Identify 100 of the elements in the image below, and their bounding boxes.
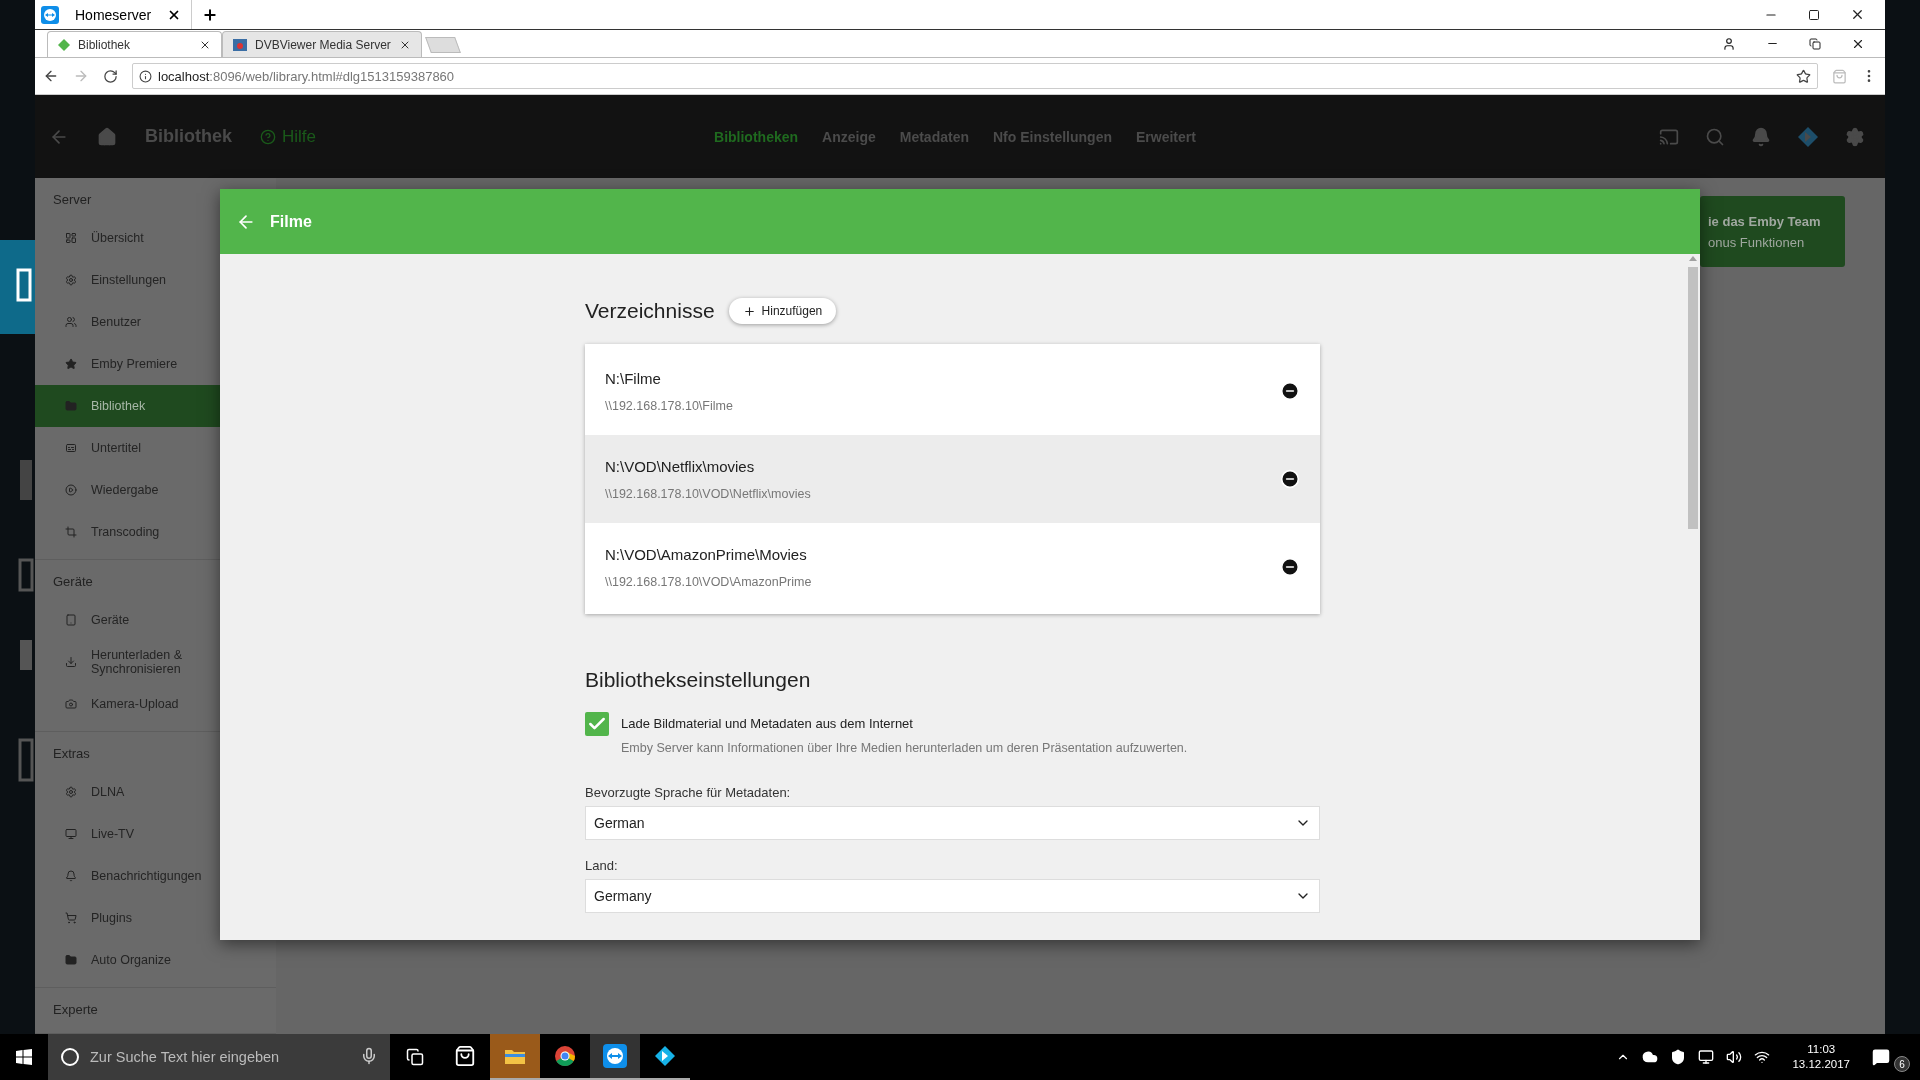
folder-row[interactable]: N:\VOD\AmazonPrime\Movies \\192.168.178.10\VOD\AmazonPrime [585,523,1320,611]
sidebar-item[interactable]: Untertitel [35,427,276,469]
banner-text: ie das Emby Team [1708,213,1822,229]
section-title: Geräte [52,573,94,591]
gear-icon [65,274,77,286]
shopping-bag-icon [454,1045,476,1067]
browser-tab[interactable]: DVBViewer Media Server [222,31,422,57]
cloud-icon[interactable] [1642,1049,1659,1065]
sidebar-item[interactable]: Live-TV [35,813,276,855]
section-title: Server [52,191,93,209]
sidebar-item[interactable]: Geräte [35,599,276,641]
checkbox[interactable] [585,712,609,736]
network-path: \\192.168.178.10\VOD\Netflix\movies [605,486,812,501]
scrollbar[interactable] [1686,254,1700,940]
notification-count: 6 [1894,1056,1910,1072]
remove-button[interactable] [1280,557,1300,577]
camera-icon [65,698,77,710]
sidebar-item[interactable]: Emby Premiere [35,343,276,385]
account-icon[interactable] [1722,36,1736,51]
star-icon[interactable] [1796,68,1811,84]
select-field[interactable]: German [585,806,1320,840]
dashboard-icon [65,232,77,244]
page-title: Bibliothek [145,126,232,147]
premiere-banner[interactable]: ie das Emby Team onus Funktionen [1700,196,1845,267]
field-label: Land: [585,858,619,873]
gear-icon [65,786,77,798]
back-icon[interactable] [43,68,59,84]
sidebar-item[interactable]: Transcoding [35,511,276,553]
circle-icon [60,1047,80,1067]
diamond-play-icon [58,38,70,51]
option-description: Emby Server kann Informationen über Ihre Medien herunterladen um deren Präsentation aufzuwerten. [621,741,1188,755]
minus-icon [1280,557,1300,577]
folder-icon [504,1047,526,1065]
sidebar-item[interactable]: Plugins [35,897,276,939]
help-icon [260,128,276,145]
folder-icon [65,954,77,966]
folder-path: N:\VOD\Netflix\movies [605,457,756,475]
add-button[interactable]: Hinzufügen [728,298,837,324]
sidebar-item[interactable]: DLNA [35,771,276,813]
network-path: \\192.168.178.10\Filme [605,398,734,413]
field-label: Bevorzugte Sprache für Metadaten: [585,785,792,800]
nav-tab[interactable]: Metadaten [899,128,969,145]
shield-icon[interactable] [1670,1049,1687,1065]
sidebar-item[interactable]: Auto Organize [35,939,276,981]
reload-icon[interactable] [103,68,118,84]
network-icon[interactable] [1698,1049,1715,1065]
chrome-icon [554,1045,576,1067]
network-path: \\192.168.178.10\VOD\AmazonPrime [605,574,813,589]
tablet-icon [65,614,77,626]
crop-icon [65,526,77,538]
nav-tab[interactable]: Nfo Einstellungen [992,128,1112,145]
checkbox-label: Lade Bildmaterial und Metadaten aus dem Internet [621,716,914,731]
banner-text: onus Funktionen [1708,234,1806,250]
folder-row[interactable]: N:\Filme \\192.168.178.10\Filme [585,347,1320,435]
folder-path: N:\VOD\AmazonPrime\Movies [605,545,808,563]
sidebar-item[interactable]: Wiedergabe [35,469,276,511]
nav-tab[interactable]: Anzeige [822,128,876,145]
search-field[interactable]: Zur Suche Text hier eingeben [48,1034,390,1080]
address-field[interactable]: localhost:8096/web/library.html#dlg1513159387860 [132,63,1818,89]
bell-icon [65,870,77,882]
browser-tab[interactable]: Bibliothek [47,31,222,57]
close-icon[interactable] [1850,7,1865,22]
info-icon[interactable] [139,69,152,83]
folder-path: N:\Filme [605,369,662,387]
microphone-icon[interactable] [360,1047,378,1065]
sidebar-item[interactable]: Benachrichtigungen [35,855,276,897]
windows-logo-icon [16,1049,32,1065]
remove-button[interactable] [1280,381,1300,401]
sidebar-item[interactable]: Herunterladen & Synchronisieren [35,641,276,683]
help-link[interactable]: Hilfe [260,126,317,147]
minus-icon [1280,469,1300,489]
taskbar-app[interactable] [590,1034,640,1080]
notification-icon[interactable] [1872,1048,1890,1066]
diamond-logo-icon [654,1045,676,1067]
tv-icon [233,38,247,51]
select-field[interactable]: Germany [585,879,1320,913]
clock[interactable]: 11:03 13.12.2017 [1792,1042,1850,1072]
download-icon [65,656,77,668]
speaker-icon[interactable] [1726,1049,1743,1065]
monitor-icon [65,828,77,840]
folder-icon [65,400,77,412]
people-icon [65,316,77,328]
remove-button[interactable] [1280,469,1300,489]
restore-icon[interactable] [1809,37,1821,50]
folder-row[interactable]: N:\VOD\Netflix\movies \\192.168.178.10\VOD\Netflix\movies [585,435,1320,523]
section-heading: Bibliothekseinstellungen [585,668,812,692]
signal-icon[interactable] [1754,1049,1771,1065]
sidebar-item[interactable]: Benutzer [35,301,276,343]
sidebar-item[interactable]: Kamera-Upload [35,683,276,725]
maximize-icon[interactable] [1808,8,1820,21]
section-title: Experte [52,1001,99,1019]
cart-icon [65,912,77,924]
dialog-title: Filme [270,212,312,231]
nav-tab[interactable]: Bibliotheken [714,128,799,145]
sidebar-item[interactable]: Einstellungen [35,259,276,301]
star-icon [65,358,77,370]
nav-tab[interactable]: Erweitert [1135,128,1196,145]
captions-icon [65,442,77,454]
section-heading: Verzeichnisse [585,299,715,323]
minus-icon [1280,381,1300,401]
